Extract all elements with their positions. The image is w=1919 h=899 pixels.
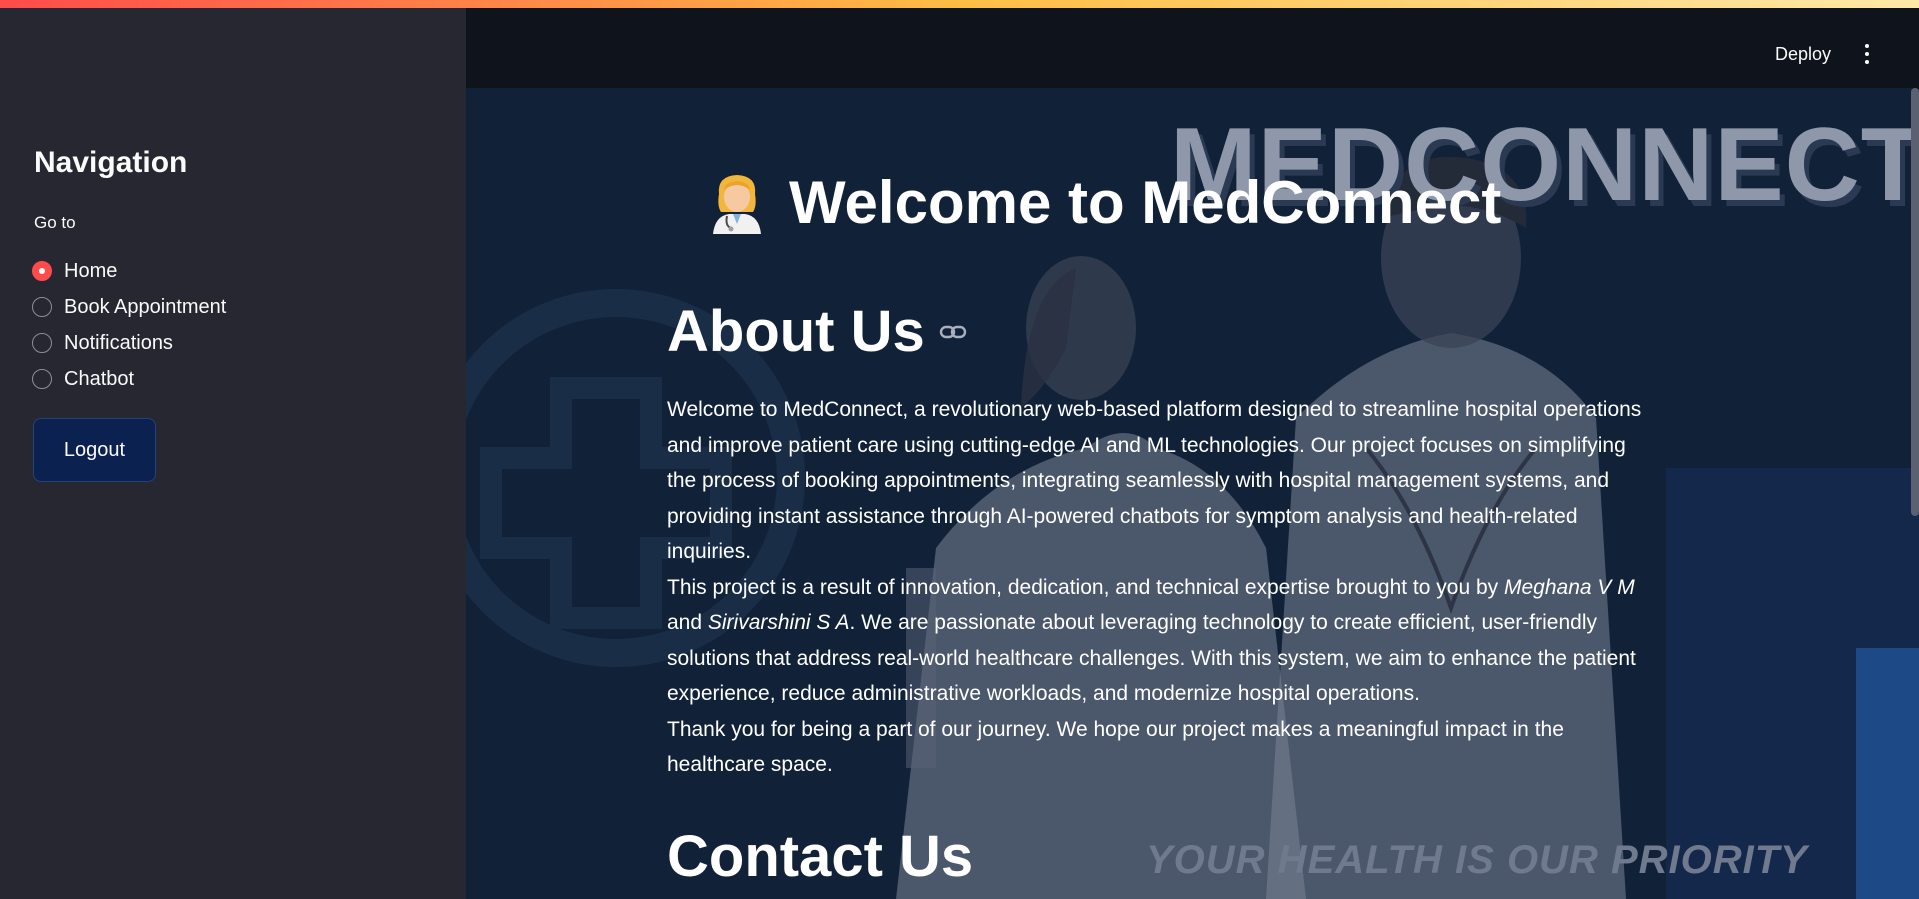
deploy-button[interactable]: Deploy xyxy=(1775,44,1831,65)
radio-option-label: Home xyxy=(64,259,118,282)
page-title: Welcome to MedConnect xyxy=(701,168,1501,237)
radio-option-label: Notifications xyxy=(64,331,173,354)
about-text: Welcome to MedConnect, a revolutionary w… xyxy=(667,392,1647,783)
scrollbar[interactable] xyxy=(1911,88,1919,516)
radio-group-label: Go to xyxy=(34,213,76,232)
radio-unselected-icon[interactable] xyxy=(32,369,52,389)
app-header: Deploy xyxy=(466,8,1919,88)
radio-option-home[interactable]: Home xyxy=(32,253,226,289)
radio-option-notifications[interactable]: Notifications xyxy=(32,325,226,361)
about-paragraph-2: This project is a result of innovation, … xyxy=(667,575,1636,706)
sidebar-title: Navigation xyxy=(34,146,188,179)
page-title-text: Welcome to MedConnect xyxy=(789,169,1502,236)
author-name: Meghana V M xyxy=(1504,575,1635,599)
health-worker-icon xyxy=(713,174,761,234)
about-heading: About Us xyxy=(667,298,967,365)
sidebar: Navigation Go to Home Book Appointment N… xyxy=(0,8,466,899)
radio-option-label: Chatbot xyxy=(64,367,135,390)
kebab-menu-icon[interactable] xyxy=(1863,44,1871,68)
top-decoration-strip xyxy=(0,0,1919,8)
radio-unselected-icon[interactable] xyxy=(32,333,52,353)
slogan-text: YOUR HEALTH IS OUR PRIORITY xyxy=(1146,838,1808,882)
main-content: MEDCONNECT YOUR HEALTH IS OUR PRIORITY W… xyxy=(466,88,1919,899)
contact-heading: Contact Us xyxy=(667,824,974,889)
radio-unselected-icon[interactable] xyxy=(32,297,52,317)
navigation-radio-group: Home Book Appointment Notifications Chat… xyxy=(32,253,226,397)
radio-option-chatbot[interactable]: Chatbot xyxy=(32,361,226,397)
anchor-link-icon[interactable] xyxy=(939,323,967,341)
logout-button[interactable]: Logout xyxy=(33,418,156,482)
radio-option-book-appointment[interactable]: Book Appointment xyxy=(32,289,226,325)
about-paragraph-1: Welcome to MedConnect, a revolutionary w… xyxy=(667,398,1642,563)
radio-option-label: Book Appointment xyxy=(64,295,227,318)
author-name: Sirivarshini S A xyxy=(707,611,850,634)
about-paragraph-3: Thank you for being a part of our journe… xyxy=(667,717,1564,777)
radio-selected-icon[interactable] xyxy=(32,261,52,281)
about-heading-text: About Us xyxy=(667,299,925,364)
